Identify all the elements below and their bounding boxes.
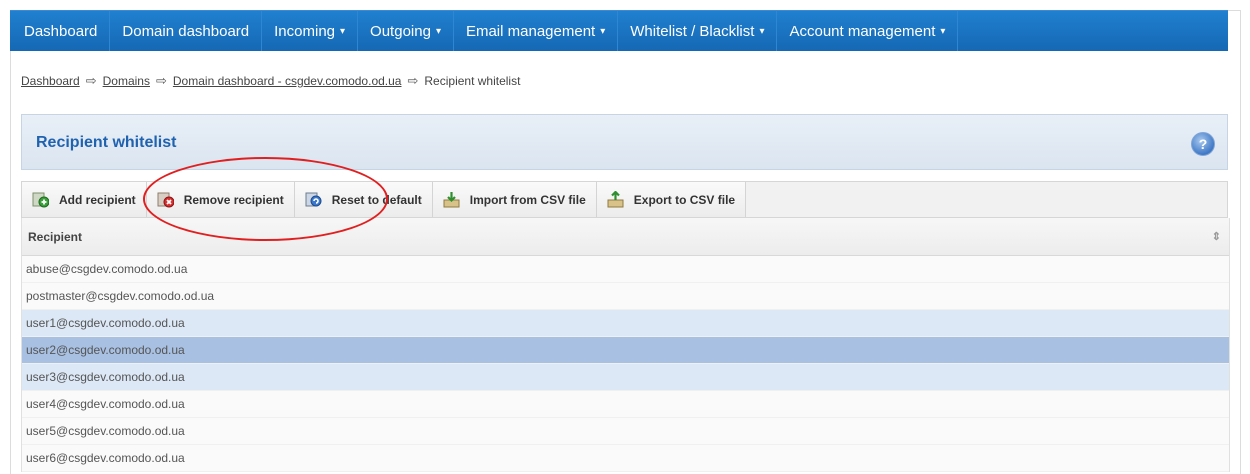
recipient-email: user4@csgdev.comodo.od.ua xyxy=(26,397,185,411)
nav-label: Incoming xyxy=(274,22,336,40)
remove-recipient-icon xyxy=(157,191,175,208)
arrow-right-icon: ⇨ xyxy=(155,73,167,88)
button-label: Add recipient xyxy=(59,192,136,207)
chevron-down-icon: ▾ xyxy=(600,25,606,37)
recipient-email: abuse@csgdev.comodo.od.ua xyxy=(26,262,188,276)
nav-email-management[interactable]: Email management ▾ xyxy=(453,11,619,51)
table-row[interactable]: user4@csgdev.comodo.od.ua xyxy=(22,391,1229,418)
recipient-email: user2@csgdev.comodo.od.ua xyxy=(26,343,185,357)
table-row[interactable]: user1@csgdev.comodo.od.ua xyxy=(22,310,1229,337)
remove-recipient-button[interactable]: Remove recipient xyxy=(146,182,295,217)
recipient-table: Recipient ⇕ abuse@csgdev.comodo.od.ua po… xyxy=(21,218,1230,472)
nav-label: Domain dashboard xyxy=(122,22,250,40)
arrow-right-icon: ⇨ xyxy=(85,73,97,88)
table-row-selected[interactable]: user2@csgdev.comodo.od.ua xyxy=(22,337,1229,364)
top-nav: Dashboard Domain dashboard Incoming ▾ Out… xyxy=(10,10,1228,51)
recipient-email: postmaster@csgdev.comodo.od.ua xyxy=(26,289,215,303)
chevron-down-icon: ▾ xyxy=(340,25,346,37)
nav-label: Email management xyxy=(465,22,596,40)
breadcrumb-domain-dashboard[interactable]: Domain dashboard - csgdev.comodo.od.ua xyxy=(173,74,402,88)
nav-label: Outgoing xyxy=(370,22,431,40)
column-header-label: Recipient xyxy=(28,229,83,244)
nav-domain-dashboard[interactable]: Domain dashboard xyxy=(110,11,263,51)
help-icon[interactable]: ? xyxy=(1191,132,1215,156)
import-csv-button[interactable]: Import from CSV file xyxy=(432,182,597,217)
page-title: Recipient whitelist xyxy=(36,134,177,151)
table-row[interactable]: user3@csgdev.comodo.od.ua xyxy=(22,364,1229,391)
nav-dashboard[interactable]: Dashboard xyxy=(10,11,111,51)
reset-to-default-button[interactable]: Reset to default xyxy=(294,182,433,217)
breadcrumb-domains[interactable]: Domains xyxy=(103,74,150,88)
column-header-recipient[interactable]: Recipient ⇕ xyxy=(22,218,1229,256)
chevron-down-icon: ▾ xyxy=(759,25,765,37)
nav-label: Account management xyxy=(789,22,936,40)
table-row[interactable]: abuse@csgdev.comodo.od.ua xyxy=(22,256,1229,283)
recipient-email: user5@csgdev.comodo.od.ua xyxy=(26,424,185,438)
table-row[interactable]: user5@csgdev.comodo.od.ua xyxy=(22,418,1229,445)
nav-whitelist-blacklist[interactable]: Whitelist / Blacklist ▾ xyxy=(618,11,778,51)
add-recipient-icon xyxy=(32,191,50,208)
table-row[interactable]: user6@csgdev.comodo.od.ua xyxy=(22,445,1229,472)
import-csv-icon xyxy=(443,191,460,208)
nav-label: Whitelist / Blacklist xyxy=(630,22,755,40)
breadcrumb-dashboard[interactable]: Dashboard xyxy=(21,74,80,88)
nav-outgoing[interactable]: Outgoing ▾ xyxy=(358,11,454,51)
export-csv-icon xyxy=(607,190,624,208)
panel-header: Recipient whitelist ? xyxy=(21,114,1228,170)
button-label: Remove recipient xyxy=(183,192,284,207)
recipient-email: user6@csgdev.comodo.od.ua xyxy=(26,451,185,465)
breadcrumb-current: Recipient whitelist xyxy=(424,74,521,88)
button-label: Import from CSV file xyxy=(469,192,586,207)
sort-icon[interactable]: ⇕ xyxy=(1212,230,1221,243)
toolbar: Add recipient Remove recipient Reset to … xyxy=(21,181,1228,218)
reset-icon xyxy=(305,191,322,208)
table-row[interactable]: postmaster@csgdev.comodo.od.ua xyxy=(22,283,1229,310)
recipient-email: user1@csgdev.comodo.od.ua xyxy=(26,316,185,330)
nav-spacer xyxy=(958,11,1228,51)
chevron-down-icon: ▾ xyxy=(940,25,946,37)
arrow-right-icon: ⇨ xyxy=(407,73,419,88)
nav-account-management[interactable]: Account management ▾ xyxy=(777,11,959,51)
breadcrumb: Dashboard ⇨ Domains ⇨ Domain dashboard -… xyxy=(21,73,520,89)
help-symbol: ? xyxy=(1198,136,1208,152)
export-csv-button[interactable]: Export to CSV file xyxy=(596,182,747,217)
nav-label: Dashboard xyxy=(24,22,98,40)
recipient-email: user3@csgdev.comodo.od.ua xyxy=(26,370,185,384)
button-label: Export to CSV file xyxy=(633,192,736,207)
chevron-down-icon: ▾ xyxy=(435,25,441,37)
add-recipient-button[interactable]: Add recipient xyxy=(22,182,147,217)
nav-incoming[interactable]: Incoming ▾ xyxy=(262,11,359,51)
button-label: Reset to default xyxy=(331,192,422,207)
